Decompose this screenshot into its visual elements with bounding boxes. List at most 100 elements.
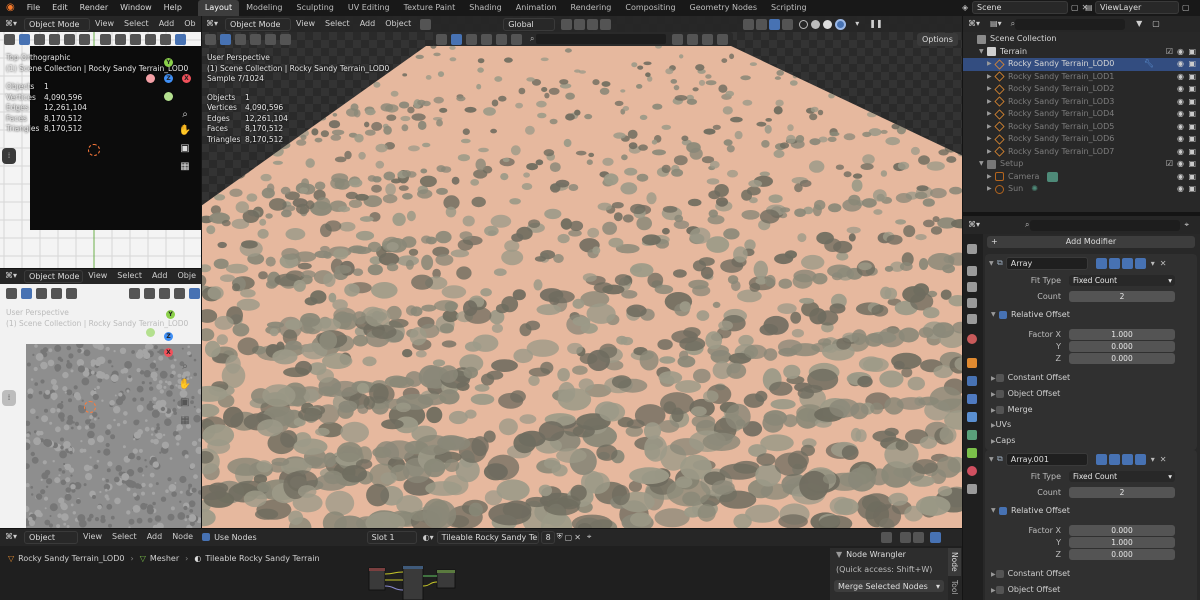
fit-type-dropdown[interactable]: Fixed Count ▾	[1069, 275, 1175, 286]
filter-icon[interactable]	[672, 33, 684, 45]
use-nodes-checkbox[interactable]	[202, 533, 211, 541]
checkbox[interactable]	[995, 569, 1004, 578]
shader-type-selector[interactable]: Object	[24, 530, 79, 544]
viewlayer-field[interactable]: ViewLayer	[1095, 1, 1179, 14]
gizmo-z[interactable]: Z	[164, 332, 173, 341]
shading-solid-icon[interactable]	[175, 34, 186, 45]
tree-item-terrain-lod[interactable]: ▶ Rocky Sandy Terrain_LOD4 ◉ ▣	[963, 108, 1200, 121]
checkbox-icon[interactable]: ☑	[1166, 158, 1173, 171]
outliner-search-input[interactable]	[1015, 18, 1126, 30]
tool-icon[interactable]	[4, 34, 15, 45]
area-divider[interactable]	[962, 16, 963, 600]
node-graph-preview[interactable]	[365, 566, 465, 600]
eye-icon[interactable]: ◉	[1177, 46, 1184, 59]
menu-add[interactable]: Add	[355, 16, 381, 32]
snap-target-icon[interactable]	[587, 18, 599, 30]
gizmo-x[interactable]: X	[182, 74, 191, 83]
new-collection-icon[interactable]: ▢	[1147, 16, 1165, 32]
camera-render-icon[interactable]: ▣	[1188, 108, 1196, 121]
gizmo-neg-x[interactable]	[146, 74, 155, 83]
tree-item-sun[interactable]: ▶ Sun ✺ ◉ ▣	[963, 183, 1200, 196]
filter-icon[interactable]: ▼	[1131, 16, 1147, 32]
collapse-icon[interactable]: ▼	[989, 260, 997, 267]
slot-selector[interactable]: Slot 1	[366, 530, 417, 544]
physics-tab-icon[interactable]	[967, 412, 977, 422]
editor-type-icon[interactable]: ⌘▾	[963, 217, 985, 233]
render-toggle-icon[interactable]	[1134, 453, 1146, 465]
factor-x-field[interactable]: 1.000	[1069, 329, 1175, 340]
gizmo-x[interactable]: X	[164, 348, 173, 357]
select-intersect-icon[interactable]	[280, 34, 291, 45]
modifier-name-field[interactable]: Array.001	[1005, 452, 1088, 466]
relative-offset-checkbox[interactable]	[999, 310, 1007, 319]
menu-add[interactable]: Add	[147, 268, 173, 284]
subpanel-object-offset[interactable]: ▶ Object Offset	[985, 583, 1195, 597]
expand-icon[interactable]: ▼	[979, 46, 987, 59]
overlay-toggle-icon[interactable]	[159, 288, 170, 299]
material-users-count[interactable]: 8	[540, 530, 555, 544]
menu-object[interactable]: Object	[380, 16, 416, 32]
tab-sculpting[interactable]: Sculpting	[290, 0, 341, 16]
mode-selector[interactable]: Object Mode	[225, 17, 292, 31]
zoom-icon[interactable]: ⌕	[178, 360, 192, 374]
tree-collection-setup[interactable]: ▼ Setup ☑ ◉ ▣	[963, 158, 1200, 171]
subpanel-constant-offset[interactable]: ▶ Constant Offset	[985, 567, 1195, 581]
select-intersect-icon[interactable]	[511, 33, 522, 45]
nav-gizmo[interactable]: Y Z X	[144, 56, 194, 106]
factor-z-field[interactable]: 0.000	[1069, 353, 1175, 364]
area-divider[interactable]	[0, 268, 201, 269]
menu-edit[interactable]: Edit	[46, 0, 74, 16]
dropdown-icon[interactable]: ▾	[1151, 455, 1155, 464]
overlay-toggle-icon[interactable]	[130, 34, 141, 45]
camera-render-icon[interactable]: ▣	[1188, 96, 1196, 109]
eye-icon[interactable]: ◉	[1177, 121, 1184, 134]
material-sphere-icon[interactable]: ◐▾	[423, 533, 434, 542]
expand-icon[interactable]: ▶	[987, 183, 995, 196]
unlink-icon[interactable]: ✕	[574, 533, 581, 542]
checkbox-icon[interactable]: ☑	[1166, 46, 1173, 59]
keyframe-icon[interactable]	[702, 33, 714, 45]
gizmo-y[interactable]: Y	[166, 310, 175, 319]
gizmo-neg-y[interactable]	[146, 328, 155, 337]
tab-texture-paint[interactable]: Texture Paint	[397, 0, 463, 16]
camera-render-icon[interactable]: ▣	[1188, 133, 1196, 146]
overlay-toggle-icon[interactable]	[930, 531, 942, 543]
menu-select[interactable]: Select	[107, 529, 142, 545]
camera-icon[interactable]: ▣	[178, 396, 192, 410]
editor-type-icon[interactable]: ⌘▾	[0, 16, 22, 32]
tree-item-terrain-lod[interactable]: ▶ Rocky Sandy Terrain_LOD5 ◉ ▣	[963, 121, 1200, 134]
pin-icon[interactable]: ⌖	[587, 532, 592, 542]
collapse-icon[interactable]: ▼	[991, 507, 999, 514]
camera-icon[interactable]: ▣	[178, 142, 192, 156]
toolbar-toggle-icon[interactable]: ⁞	[2, 390, 16, 406]
expand-icon[interactable]: ▼	[979, 158, 987, 171]
checkbox[interactable]	[995, 405, 1004, 414]
tool-icon[interactable]	[6, 288, 17, 299]
select-extend-icon[interactable]	[36, 288, 47, 299]
menu-object-cut[interactable]: Obje	[172, 268, 201, 284]
search-icon[interactable]: ⌕	[1025, 220, 1029, 230]
sidebar-tab-tool[interactable]: Tool	[948, 576, 961, 599]
edit-mode-toggle-icon[interactable]	[1095, 257, 1107, 269]
camera-render-icon[interactable]: ▣	[1188, 158, 1196, 171]
eye-icon[interactable]: ◉	[1177, 96, 1184, 109]
factor-z-field[interactable]: 0.000	[1069, 549, 1175, 560]
shading-rendered-icon[interactable]	[835, 18, 847, 30]
camera-render-icon[interactable]: ▣	[1188, 46, 1196, 59]
collapse-icon[interactable]: ▼	[991, 311, 999, 318]
tree-item-camera[interactable]: ▶ Camera ◉ ▣	[963, 171, 1200, 184]
scene-new-icon[interactable]: ▢	[1071, 3, 1079, 12]
duplicate-icon[interactable]: ▢	[565, 533, 573, 542]
shader-node-editor[interactable]: ⌘▾ Object View Select Add Node Use Nodes…	[0, 528, 962, 600]
edit-mode-toggle-icon[interactable]	[1095, 453, 1107, 465]
pause-icon[interactable]: ❚❚	[864, 16, 887, 32]
mode-selector[interactable]: Object Mode	[24, 17, 91, 31]
select-mode-icon[interactable]	[21, 288, 32, 299]
select-intersect-icon[interactable]	[79, 34, 90, 45]
editor-type-icon[interactable]: ⌘▾	[201, 16, 223, 32]
editor-type-icon[interactable]: ⌘▾	[0, 268, 22, 284]
menu-file[interactable]: File	[21, 0, 46, 16]
cage-toggle-icon[interactable]	[1108, 453, 1120, 465]
modifier-tab-icon[interactable]	[967, 376, 977, 386]
viewport-user-perspective-small[interactable]: ⌘▾ Object Mode View Select Add Obje User…	[0, 268, 201, 528]
